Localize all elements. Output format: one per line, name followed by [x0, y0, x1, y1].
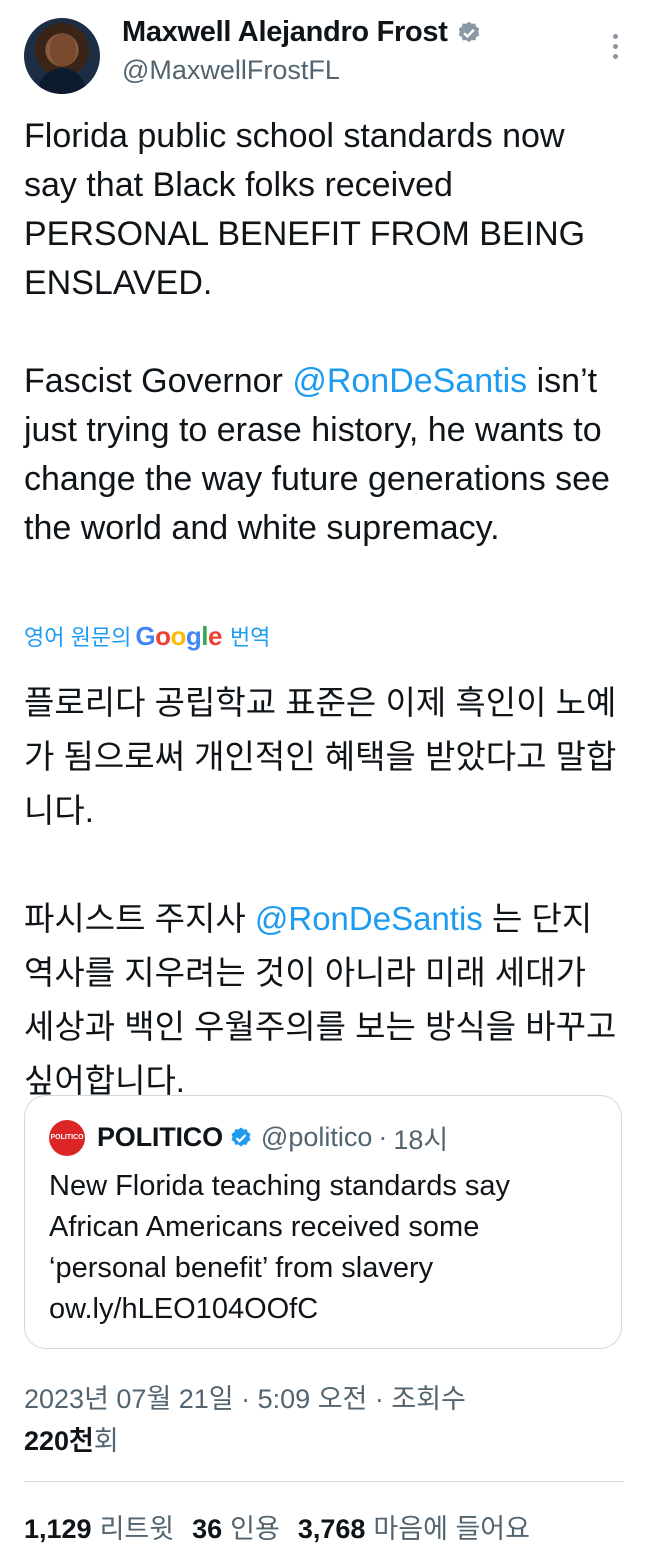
politico-avatar: POLITICO [49, 1119, 85, 1156]
translation-attribution[interactable]: 영어 원문의 Google 번역 [24, 620, 270, 652]
view-count: 220천회 [24, 1426, 119, 1456]
translated-paragraph: 플로리다 공립학교 표준은 이제 흑인이 노예가 됨으로써 개인적인 혜택을 받… [24, 684, 617, 829]
quote-separator: · [378, 1122, 388, 1152]
quote-author-name: POLITICO [97, 1122, 223, 1152]
engagement-stats: 1,129 리트윗 36 인용 3,768 마음에 들어요 [24, 1510, 530, 1548]
translated-text: 플로리다 공립학교 표준은 이제 흑인이 노예가 됨으로써 개인적인 혜택을 받… [24, 676, 624, 1108]
google-logo: Google [135, 620, 222, 651]
translation-suffix: 번역 [229, 625, 271, 650]
mention-link[interactable]: @RonDeSantis [255, 900, 483, 937]
tweet-timestamp: 2023년 07월 21일 · 5:09 오전 · 조회수 [24, 1384, 466, 1414]
divider [24, 1481, 624, 1482]
author-handle[interactable]: @MaxwellFrostFL [122, 55, 482, 86]
translated-paragraph: 파시스트 주지사 @RonDeSantis 는 단지 역사를 지우려는 것이 아… [24, 900, 617, 1099]
like-count[interactable]: 3,768 마음에 들어요 [298, 1510, 530, 1548]
quote-header: POLITICO POLITICO @politico · 18시 [49, 1118, 448, 1157]
tweet-paragraph: Fascist Governor @RonDeSantis isn’t just… [24, 362, 610, 547]
more-options-icon[interactable] [610, 34, 620, 64]
quote-count[interactable]: 36 인용 [192, 1510, 280, 1548]
tweet-paragraph: Florida public school standards now say … [24, 117, 586, 302]
quoted-tweet-card[interactable]: POLITICO POLITICO @politico · 18시 New Fl… [24, 1095, 622, 1349]
display-name[interactable]: Maxwell Alejandro Frost [122, 16, 448, 49]
quote-author-handle: @politico [260, 1122, 373, 1152]
verified-badge-icon [458, 21, 480, 42]
translation-prefix: 영어 원문의 [24, 625, 132, 650]
tweet-header: Maxwell Alejandro Frost @MaxwellFrostFL [24, 14, 624, 94]
avatar[interactable] [24, 18, 100, 94]
verified-badge-icon [231, 1127, 251, 1146]
author-block[interactable]: Maxwell Alejandro Frost @MaxwellFrostFL [122, 16, 482, 86]
retweet-count[interactable]: 1,129 리트윗 [24, 1510, 174, 1548]
quote-text: New Florida teaching standards say Afric… [49, 1170, 511, 1325]
mention-link[interactable]: @RonDeSantis [292, 362, 527, 400]
tweet-text: Florida public school standards now say … [24, 112, 624, 553]
quote-time: 18시 [393, 1125, 449, 1155]
